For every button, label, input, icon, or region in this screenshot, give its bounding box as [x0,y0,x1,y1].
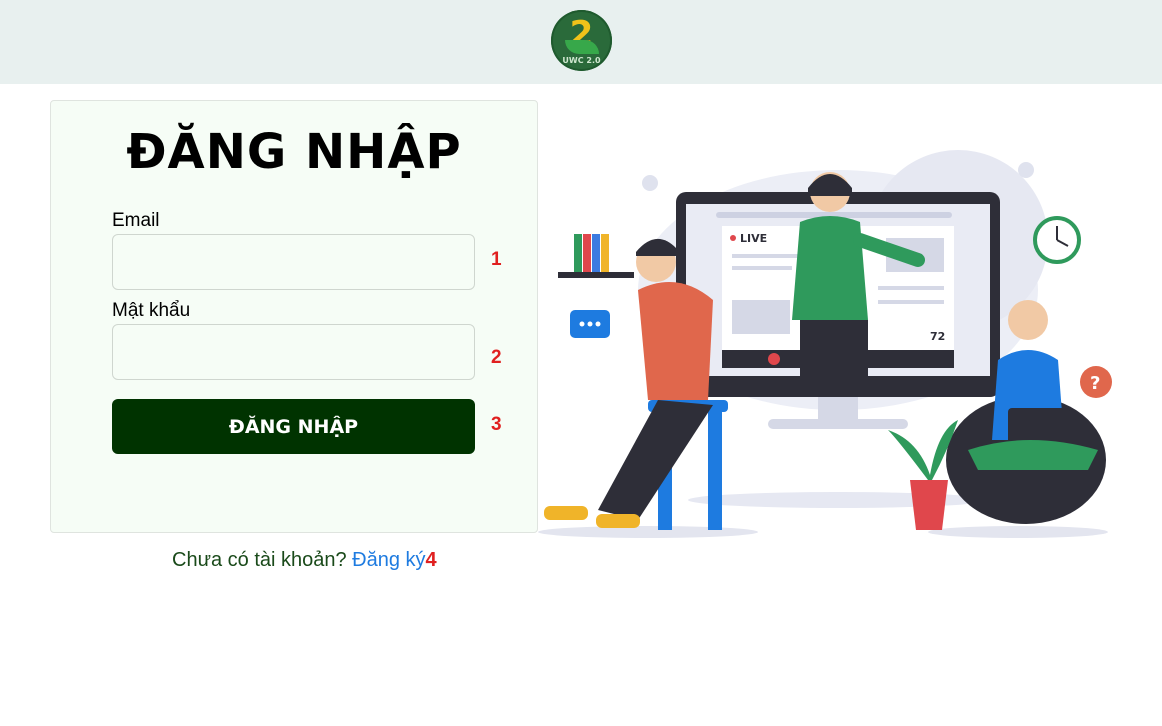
app-logo[interactable]: 2 UWC 2.0 [551,10,612,71]
viewer-count: 72 [930,330,945,343]
shoe [544,506,588,520]
decor-dot [642,175,658,191]
plant-pot [910,480,948,530]
live-label: LIVE [740,232,767,245]
marker-3: 3 [491,414,502,435]
book [574,234,582,272]
password-label: Mật khẩu [112,300,191,321]
online-meeting-illustration: LIVE 72 ? [538,150,1112,538]
presenter-pants [800,320,868,390]
monitor-neck [818,397,858,419]
floor-shadow [928,526,1108,538]
marker-4: 4 [425,549,437,571]
end-call-icon [768,353,780,365]
headset-woman-head [1008,300,1048,340]
signup-text: Chưa có tài khoản? [172,549,347,571]
login-button[interactable]: ĐĂNG NHẬP [112,399,475,454]
live-dot-icon [730,235,736,241]
shelf [558,272,634,278]
presenter-jacket [792,216,868,320]
email-label: Email [112,210,160,231]
signup-prompt: Chưa có tài khoản? Đăng ký4 [172,549,437,572]
decor-dot [1018,162,1034,178]
signup-link[interactable]: Đăng ký [352,549,425,571]
text-line [732,254,802,258]
floor-shadow [538,526,758,538]
svg-text:?: ? [1090,373,1100,394]
email-field[interactable] [112,234,475,290]
book [583,234,591,272]
text-line [732,266,792,270]
shoe [596,514,640,528]
chair-leg [708,410,722,530]
password-field[interactable] [112,324,475,380]
marker-1: 1 [491,249,502,270]
man-shirt [638,282,713,400]
text-line [878,286,944,290]
book [592,234,600,272]
logo-text: UWC 2.0 [562,56,601,65]
monitor-stand [768,419,908,429]
image-placeholder [732,300,790,334]
marker-2: 2 [491,347,502,368]
text-line [878,300,944,304]
book [601,234,609,272]
login-title: ĐĂNG NHẬP [126,124,462,180]
header-bar: 2 UWC 2.0 [0,0,1162,84]
